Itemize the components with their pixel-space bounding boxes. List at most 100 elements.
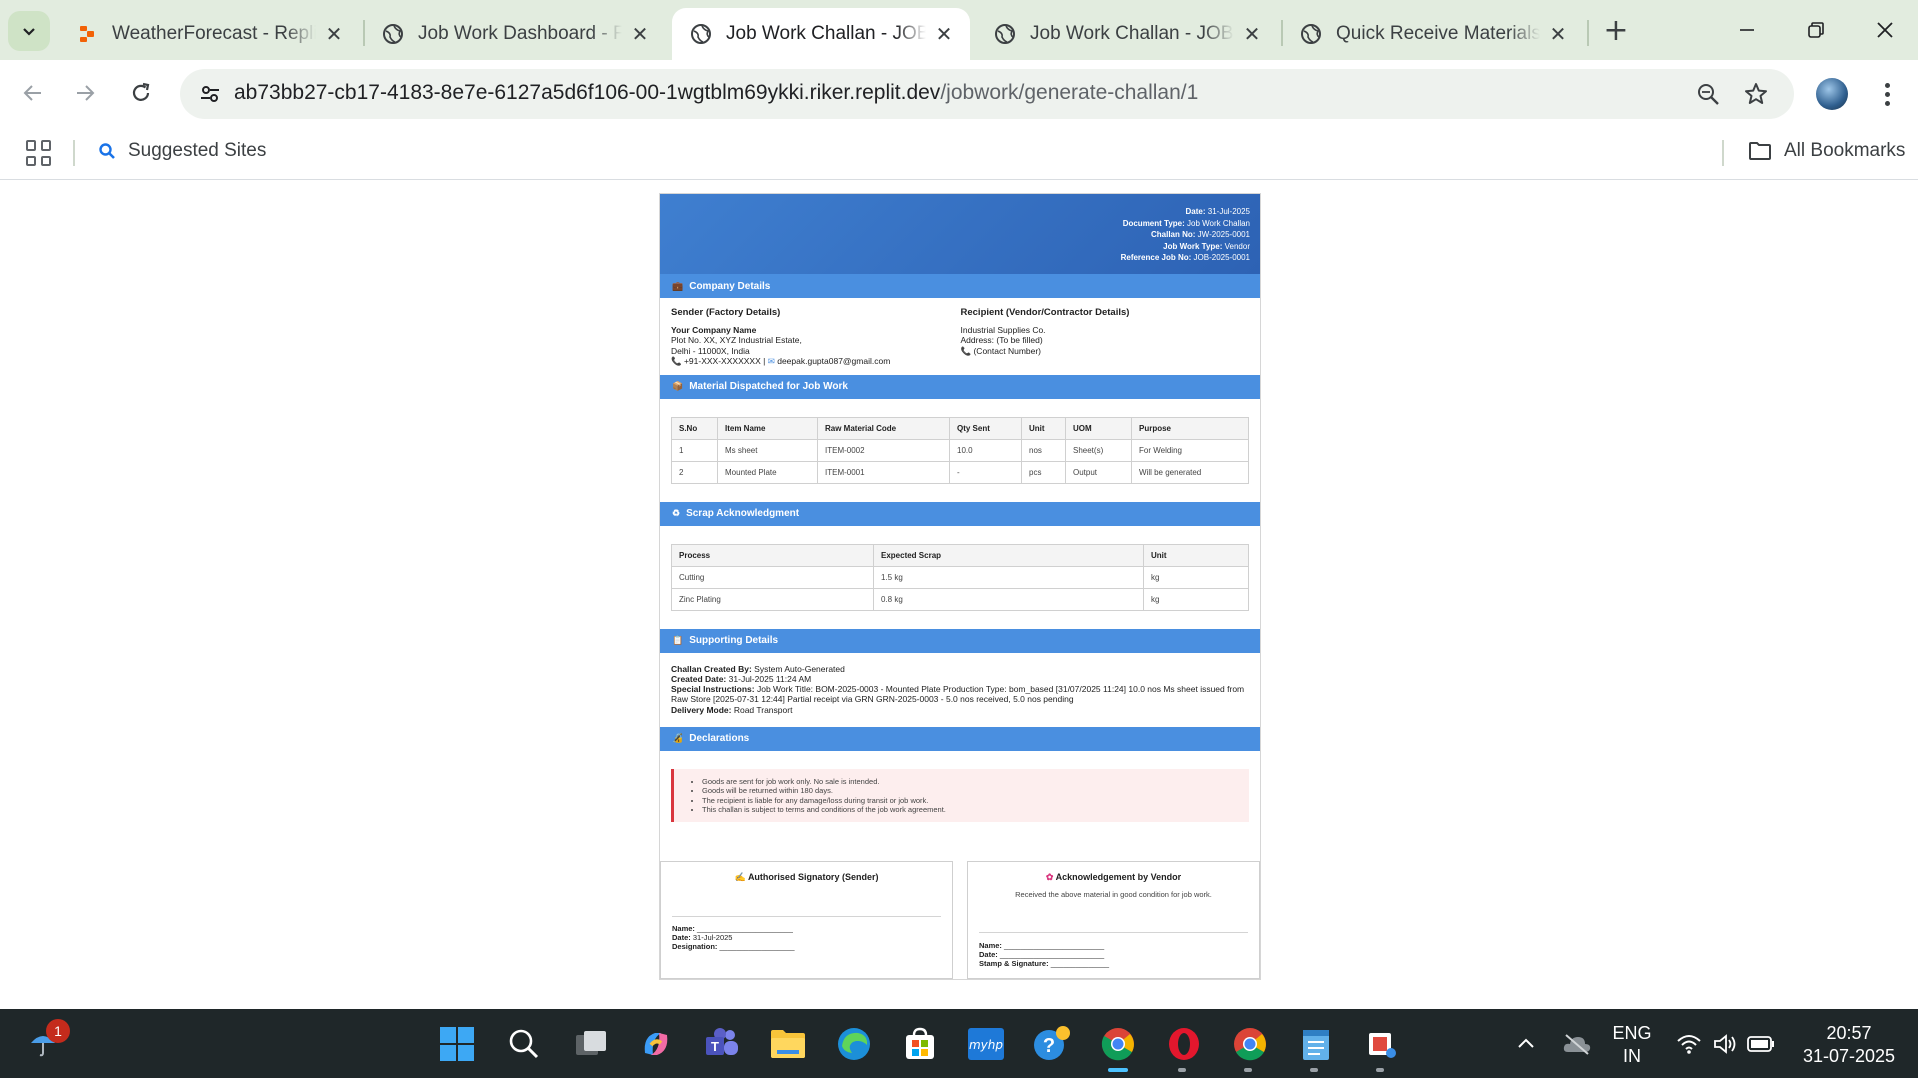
restore-icon — [1808, 22, 1824, 38]
teams-button[interactable]: T — [701, 1023, 743, 1065]
star-icon — [1745, 83, 1767, 104]
meta-document-type: Job Work Challan — [1187, 218, 1250, 228]
section-company-details: 💼 Company Details — [660, 274, 1260, 298]
copilot-button[interactable] — [635, 1023, 677, 1065]
clock[interactable]: 20:57 31-07-2025 — [1790, 1022, 1908, 1068]
minimize-button[interactable] — [1722, 10, 1772, 50]
challan-header: Date: 31-Jul-2025 Document Type: Job Wor… — [660, 194, 1260, 274]
table-cell: pcs — [1021, 460, 1066, 484]
table-cell: ITEM-0002 — [817, 438, 950, 462]
recycle-icon: ♻ — [672, 508, 681, 518]
start-button[interactable] — [436, 1023, 478, 1065]
tray-overflow-button[interactable] — [1505, 1023, 1547, 1065]
chevron-down-icon — [23, 28, 35, 36]
signature-line — [979, 932, 1248, 934]
tab-title: Job Work Dashboard - Fa — [418, 23, 622, 44]
store-button[interactable] — [899, 1023, 941, 1065]
opera-button[interactable] — [1163, 1023, 1205, 1065]
close-icon[interactable]: ✕ — [322, 22, 346, 46]
bookmark-suggested-sites[interactable]: Suggested Sites — [98, 140, 266, 162]
globe-icon — [1300, 23, 1322, 45]
section-title: Material Dispatched for Job Work — [689, 381, 848, 392]
field-label: Name: — [979, 941, 1002, 951]
date-blank: _________________________ — [999, 950, 1105, 960]
tab-title: Quick Receive Materials - — [1336, 23, 1540, 44]
column-header: Unit — [1143, 543, 1249, 567]
name-blank: ________________________ — [1004, 941, 1105, 951]
field-label: Special Instructions: — [671, 684, 755, 695]
close-icon[interactable]: ✕ — [1240, 22, 1264, 46]
all-bookmarks-button[interactable]: All Bookmarks — [1748, 140, 1905, 162]
task-view-button[interactable] — [570, 1023, 612, 1065]
tab-job-work-challan[interactable]: Job Work Challan - JOB-2 ✕ — [976, 8, 1278, 60]
tab-job-work-dashboard[interactable]: Job Work Dashboard - Fa ✕ — [364, 8, 666, 60]
zoom-button[interactable] — [1692, 78, 1724, 110]
created-date: 31-Jul-2025 11:24 AM — [728, 673, 812, 684]
tab-weatherforecast[interactable]: WeatherForecast - Replit ✕ — [58, 8, 360, 60]
chevron-up-icon — [1518, 1038, 1534, 1048]
recipient-phone: (Contact Number) — [973, 345, 1042, 356]
restore-button[interactable] — [1791, 10, 1841, 50]
sender-sign-fields: Name: _______________________ Date: 31-J… — [672, 924, 795, 951]
table-cell: nos — [1021, 438, 1066, 462]
recipient-address: Address: (To be filled) — [960, 335, 1043, 345]
back-button[interactable] — [12, 72, 54, 114]
chrome-button[interactable] — [1229, 1023, 1271, 1065]
file-explorer-button[interactable] — [767, 1023, 809, 1065]
apps-grid-icon[interactable] — [26, 140, 52, 166]
close-icon[interactable]: ✕ — [1546, 22, 1570, 46]
onedrive-button[interactable] — [1556, 1023, 1598, 1065]
profile-avatar[interactable] — [1816, 78, 1848, 110]
delivery-mode: Road Transport — [733, 704, 793, 715]
reload-icon — [132, 82, 150, 101]
section-title: Company Details — [689, 280, 771, 292]
challan-meta: Date: 31-Jul-2025 Document Type: Job Wor… — [1121, 206, 1250, 264]
new-tab-button[interactable]: + — [1598, 12, 1634, 48]
bookmark-star-button[interactable] — [1740, 78, 1772, 110]
sender-details: Sender (Factory Details) Your Company Na… — [671, 307, 961, 367]
forward-button[interactable] — [64, 72, 106, 114]
sender-heading: Sender (Factory Details) — [671, 307, 781, 318]
tab-quick-receive-materials[interactable]: Quick Receive Materials - ✕ — [1282, 8, 1584, 60]
table-cell: kg — [1143, 565, 1249, 589]
plus-icon: + — [1603, 12, 1629, 48]
close-window-button[interactable] — [1860, 10, 1910, 50]
site-info-button[interactable] — [192, 76, 228, 112]
tab-job-work-challan-active[interactable]: Job Work Challan - JOB-2 ✕ — [672, 8, 970, 60]
recipient-details: Recipient (Vendor/Contractor Details) In… — [960, 307, 1251, 367]
close-icon[interactable]: ✕ — [932, 22, 956, 46]
reload-button[interactable] — [120, 72, 162, 114]
field-label: Designation: — [672, 942, 718, 952]
language-indicator[interactable]: ENG IN — [1604, 1022, 1660, 1068]
table-row: Zinc Plating 0.8 kg kg — [671, 587, 1249, 611]
tune-icon — [201, 86, 219, 102]
snipping-icon — [1369, 1033, 1396, 1058]
notepad-button[interactable] — [1295, 1023, 1337, 1065]
browser-menu-button[interactable] — [1872, 74, 1902, 114]
bookmark-label: All Bookmarks — [1784, 140, 1906, 161]
myhp-button[interactable]: myhp — [965, 1023, 1007, 1065]
scrap-table-wrap: Process Expected Scrap Unit Cutting 1.5 … — [660, 526, 1260, 629]
chrome-button-active[interactable] — [1097, 1023, 1139, 1065]
sender-phone: +91-XXX-XXXXXXX — [683, 356, 761, 366]
stamp-blank: ______________ — [1050, 959, 1110, 969]
battery-button[interactable] — [1740, 1023, 1782, 1065]
url-text[interactable]: ab73bb27-cb17-4183-8e7e-6127a5d6f106-00-… — [234, 81, 1198, 105]
vendor-sign-fields: Name: ________________________ Date: ___… — [979, 941, 1109, 968]
declarations-list: Goods are sent for job work only. No sal… — [671, 768, 1249, 823]
edge-button[interactable] — [833, 1023, 875, 1065]
close-icon[interactable]: ✕ — [628, 22, 652, 46]
search-button[interactable] — [503, 1023, 545, 1065]
cloud-off-icon — [1563, 1034, 1591, 1055]
sender-email: deepak.gupta087@gmail.com — [777, 356, 891, 366]
address-bar[interactable]: ab73bb27-cb17-4183-8e7e-6127a5d6f106-00-… — [180, 69, 1794, 119]
table-row: 1 Ms sheet ITEM-0002 10.0 nos Sheet(s) F… — [671, 438, 1249, 462]
column-header: S.No — [671, 416, 718, 440]
help-button[interactable]: ? — [1031, 1023, 1073, 1065]
snipping-tool-button[interactable] — [1361, 1023, 1403, 1065]
tab-search-button[interactable] — [8, 11, 50, 51]
clock-date: 31-07-2025 — [1802, 1046, 1896, 1066]
running-indicator — [1310, 1068, 1318, 1072]
field-label: Delivery Mode: — [671, 704, 732, 715]
section-scrap-acknowledgment: ♻ Scrap Acknowledgment — [660, 501, 1260, 526]
